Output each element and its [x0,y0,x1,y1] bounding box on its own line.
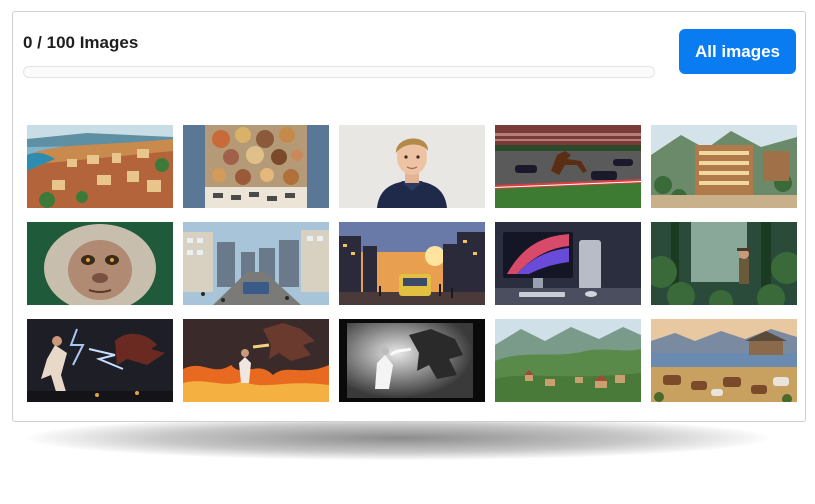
gallery-image-fire-dragon[interactable] [183,319,329,402]
gallery-image-monochrome-dragon[interactable] [339,319,485,402]
gallery-image-young-man-portrait[interactable] [339,125,485,208]
gallery-image-hot-air-balloons[interactable] [183,125,329,208]
gallery-image-green-valley-village[interactable] [495,319,641,402]
gallery-image-lightning-dragon-fight[interactable] [27,319,173,402]
gallery-image-horse-race-track[interactable] [495,125,641,208]
gallery-image-monkey-face[interactable] [27,222,173,305]
gallery-image-city-street[interactable] [183,222,329,305]
image-counter: 0 / 100 Images [23,33,139,52]
gallery-image-lakeside-cattle[interactable] [651,319,797,402]
progress-bar [23,66,655,78]
gallery-card: 0 / 100 Images All images [12,11,806,422]
gallery-image-jungle-explorer[interactable] [651,222,797,305]
gallery-image-sunset-city-bus[interactable] [339,222,485,305]
gallery-image-mountain-resort[interactable] [651,125,797,208]
gallery-image-coastal-town[interactable] [27,125,173,208]
gallery-image-computer-desk[interactable] [495,222,641,305]
card-shadow [28,416,768,460]
all-images-button[interactable]: All images [679,29,796,74]
